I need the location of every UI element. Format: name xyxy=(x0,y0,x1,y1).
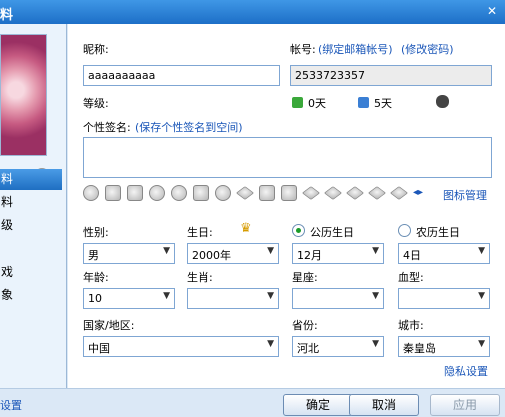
game-icon[interactable] xyxy=(215,185,231,201)
city-value: 秦皇岛 xyxy=(403,342,436,355)
nickname-label: 昵称: xyxy=(83,43,109,56)
sidebar-item-2[interactable]: 级 xyxy=(0,215,62,236)
blood-type-select[interactable]: ▼ xyxy=(398,288,490,309)
level-days-2: 5天 xyxy=(374,97,392,110)
ok-button[interactable]: 确定 xyxy=(283,394,353,416)
signature-label: 个性签名: xyxy=(83,121,131,134)
bind-email-link[interactable]: (绑定邮箱帐号) xyxy=(318,41,393,57)
age-select[interactable]: 10 ▼ xyxy=(83,288,175,309)
solar-birthday-radio[interactable] xyxy=(292,224,305,237)
privacy-settings-link[interactable]: 隐私设置 xyxy=(444,363,488,379)
level-label: 等级: xyxy=(83,97,109,110)
chevron-down-icon: ▼ xyxy=(267,246,274,256)
sidebar-item-1[interactable]: 料 xyxy=(0,192,62,213)
gender-value: 男 xyxy=(88,249,99,262)
diamond-icon[interactable] xyxy=(323,186,343,200)
lunar-birthday-label[interactable]: 农历生日 xyxy=(416,224,460,240)
day-value: 4日 xyxy=(403,249,421,262)
heart-icon[interactable] xyxy=(83,185,99,201)
mail-icon[interactable] xyxy=(281,185,297,201)
vip-shield-icon[interactable] xyxy=(127,185,143,201)
diamond-icon[interactable] xyxy=(345,186,365,200)
diamond-icon[interactable] xyxy=(235,186,255,200)
account-label: 帐号: xyxy=(290,43,316,56)
country-label: 国家/地区: xyxy=(83,319,135,332)
sidebar-item-4[interactable]: 象 xyxy=(0,285,62,306)
chevron-down-icon: ▼ xyxy=(478,291,485,301)
day-select[interactable]: 4日 ▼ xyxy=(398,243,490,264)
pet-icon[interactable] xyxy=(193,185,209,201)
zodiac-label: 生肖: xyxy=(187,271,213,284)
signature-textarea[interactable] xyxy=(83,137,492,178)
country-value: 中国 xyxy=(88,342,110,355)
chevron-down-icon: ▼ xyxy=(372,246,379,256)
penguin-icon xyxy=(436,95,449,108)
city-label: 城市: xyxy=(398,319,424,332)
chevron-down-icon: ▼ xyxy=(163,246,170,256)
age-label: 年龄: xyxy=(83,271,109,284)
cancel-button[interactable]: 取消 xyxy=(349,394,419,416)
privacy-link[interactable]: 设置 xyxy=(0,397,22,413)
blood-type-label: 血型: xyxy=(398,271,424,284)
province-label: 省份: xyxy=(292,319,318,332)
window-title: 料 xyxy=(0,8,14,23)
birthday-label: 生日: xyxy=(187,226,213,239)
city-select[interactable]: 秦皇岛 ▼ xyxy=(398,336,490,357)
upgrade-icon xyxy=(358,97,369,108)
chevron-down-icon: ▼ xyxy=(372,291,379,301)
crown-icon: ♛ xyxy=(240,221,252,236)
tshirt-icon[interactable] xyxy=(259,185,275,201)
profile-form: 昵称: 帐号: (绑定邮箱帐号) (修改密码) aaaaaaaaaa 25337… xyxy=(68,24,505,388)
diamond-icon[interactable] xyxy=(367,186,387,200)
online-clock-icon xyxy=(292,97,303,108)
year-value: 2000年 xyxy=(192,249,231,262)
sidebar: 头像 料 料 级 戏 象 xyxy=(0,24,67,388)
chevron-down-icon: ▼ xyxy=(267,291,274,301)
avatar-photo[interactable] xyxy=(0,34,47,156)
title-bar: 料 ✕ xyxy=(0,0,505,24)
change-password-link[interactable]: (修改密码) xyxy=(401,41,454,57)
province-select[interactable]: 河北 ▼ xyxy=(292,336,384,357)
diamond-icon[interactable] xyxy=(389,186,409,200)
icon-manage-link[interactable]: 图标管理 xyxy=(443,187,487,203)
account-field: 2533723357 xyxy=(290,65,492,86)
lunar-birthday-radio[interactable] xyxy=(398,224,411,237)
penguin-icon[interactable] xyxy=(149,185,165,201)
music-icon[interactable] xyxy=(171,185,187,201)
nickname-input[interactable]: aaaaaaaaaa xyxy=(83,65,280,86)
constellation-select[interactable]: ▼ xyxy=(292,288,384,309)
close-icon[interactable]: ✕ xyxy=(482,2,502,20)
sidebar-item-3[interactable]: 戏 xyxy=(0,262,62,283)
level-days-1: 0天 xyxy=(308,97,326,110)
shield-icon[interactable] xyxy=(105,185,121,201)
chevron-down-icon: ▼ xyxy=(478,339,485,349)
sidebar-item-0[interactable]: 料 xyxy=(0,169,62,190)
diamond-icon[interactable] xyxy=(301,186,321,200)
age-value: 10 xyxy=(88,292,102,305)
country-select[interactable]: 中国 ▼ xyxy=(83,336,279,357)
month-value: 12月 xyxy=(297,249,322,262)
scroll-arrows-icon[interactable]: ◂▸ xyxy=(413,187,423,198)
chevron-down-icon: ▼ xyxy=(478,246,485,256)
chevron-down-icon: ▼ xyxy=(163,291,170,301)
month-select[interactable]: 12月 ▼ xyxy=(292,243,384,264)
province-value: 河北 xyxy=(297,342,319,355)
save-signature-link[interactable]: (保存个性签名到空间) xyxy=(135,119,243,135)
year-select[interactable]: 2000年 ▼ xyxy=(187,243,279,264)
bottom-bar: 设置 确定 取消 应用 xyxy=(0,388,505,417)
gender-select[interactable]: 男 ▼ xyxy=(83,243,175,264)
solar-birthday-label[interactable]: 公历生日 xyxy=(310,224,354,240)
chevron-down-icon: ▼ xyxy=(267,339,274,349)
apply-button[interactable]: 应用 xyxy=(430,394,500,416)
constellation-label: 星座: xyxy=(292,271,318,284)
chevron-down-icon: ▼ xyxy=(372,339,379,349)
gender-label: 性别: xyxy=(83,226,109,239)
zodiac-select[interactable]: ▼ xyxy=(187,288,279,309)
